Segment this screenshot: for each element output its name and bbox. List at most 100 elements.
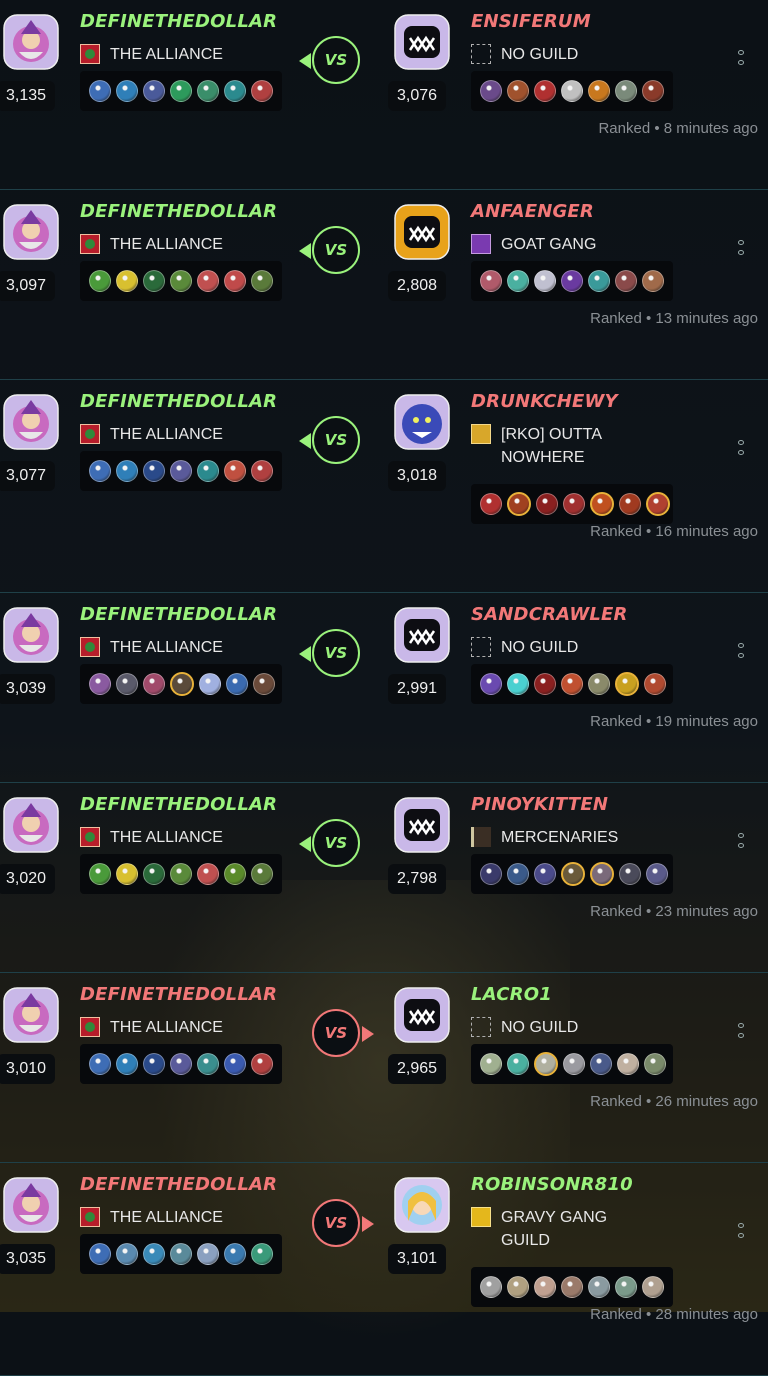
- monster-card-icon[interactable]: [197, 270, 219, 292]
- monster-card-icon[interactable]: [116, 1243, 138, 1265]
- monster-card-icon[interactable]: [251, 460, 273, 482]
- player-name[interactable]: DEFINETHEDOLLAR: [80, 1174, 277, 1195]
- monster-card-icon[interactable]: [251, 863, 273, 885]
- monster-card-icon[interactable]: [116, 270, 138, 292]
- monster-card-icon[interactable]: [197, 80, 219, 102]
- monster-card-icon[interactable]: [89, 673, 111, 695]
- battle-row[interactable]: 3,135 DEFINETHEDOLLAR THE ALLIANCE 3,076 ENS…: [0, 0, 768, 190]
- opponent-name[interactable]: LACRO1: [471, 984, 552, 1005]
- player-team[interactable]: [80, 71, 282, 111]
- opponent-name[interactable]: DRUNKCHEWY: [471, 391, 618, 412]
- battle-row[interactable]: 3,077 DEFINETHEDOLLAR THE ALLIANCE 3,018 DRU…: [0, 380, 768, 593]
- opponent-avatar[interactable]: [394, 797, 450, 853]
- monster-card-icon[interactable]: [143, 80, 165, 102]
- monster-card-icon[interactable]: [507, 1276, 529, 1298]
- monster-card-icon[interactable]: [116, 460, 138, 482]
- monster-card-icon[interactable]: [116, 863, 138, 885]
- monster-card-icon[interactable]: [534, 673, 556, 695]
- player-guild[interactable]: THE ALLIANCE: [80, 1206, 223, 1229]
- monster-card-icon[interactable]: [170, 672, 194, 696]
- monster-card-icon[interactable]: [563, 493, 585, 515]
- monster-card-icon[interactable]: [480, 1053, 502, 1075]
- monster-card-icon[interactable]: [143, 673, 165, 695]
- player-team[interactable]: [80, 1234, 282, 1274]
- opponent-avatar[interactable]: [394, 607, 450, 663]
- opponent-guild[interactable]: NO GUILD: [471, 43, 578, 66]
- monster-card-icon[interactable]: [224, 460, 246, 482]
- opponent-name[interactable]: PINOYKITTEN: [471, 794, 608, 815]
- monster-card-icon[interactable]: [561, 862, 585, 886]
- monster-card-icon[interactable]: [590, 862, 614, 886]
- monster-card-icon[interactable]: [224, 1053, 246, 1075]
- monster-card-icon[interactable]: [143, 1243, 165, 1265]
- monster-card-icon[interactable]: [480, 80, 502, 102]
- player-guild[interactable]: THE ALLIANCE: [80, 826, 223, 849]
- monster-card-icon[interactable]: [534, 1052, 558, 1076]
- opponent-avatar[interactable]: [394, 204, 450, 260]
- player-guild[interactable]: THE ALLIANCE: [80, 636, 223, 659]
- monster-card-icon[interactable]: [480, 270, 502, 292]
- monster-card-icon[interactable]: [590, 492, 614, 516]
- monster-card-icon[interactable]: [251, 1243, 273, 1265]
- monster-card-icon[interactable]: [170, 1053, 192, 1075]
- battle-row[interactable]: 3,010 DEFINETHEDOLLAR THE ALLIANCE 2,965 LAC…: [0, 973, 768, 1163]
- opponent-guild[interactable]: MERCENARIES: [471, 826, 618, 849]
- opponent-avatar[interactable]: [394, 14, 450, 70]
- opponent-team[interactable]: [471, 854, 673, 894]
- monster-card-icon[interactable]: [480, 673, 502, 695]
- battle-row[interactable]: 3,035 DEFINETHEDOLLAR THE ALLIANCE 3,101 ROB…: [0, 1163, 768, 1376]
- monster-card-icon[interactable]: [615, 270, 637, 292]
- opponent-team[interactable]: [471, 484, 673, 524]
- monster-card-icon[interactable]: [170, 863, 192, 885]
- monster-card-icon[interactable]: [170, 1243, 192, 1265]
- battle-details-icon[interactable]: [736, 440, 746, 460]
- monster-card-icon[interactable]: [89, 1053, 111, 1075]
- monster-card-icon[interactable]: [197, 863, 219, 885]
- player-avatar[interactable]: [3, 987, 59, 1043]
- opponent-avatar[interactable]: [394, 1177, 450, 1233]
- monster-card-icon[interactable]: [251, 80, 273, 102]
- monster-card-icon[interactable]: [536, 493, 558, 515]
- monster-card-icon[interactable]: [507, 673, 529, 695]
- player-avatar[interactable]: [3, 204, 59, 260]
- player-guild[interactable]: THE ALLIANCE: [80, 233, 223, 256]
- monster-card-icon[interactable]: [116, 80, 138, 102]
- monster-card-icon[interactable]: [253, 673, 275, 695]
- monster-card-icon[interactable]: [646, 492, 670, 516]
- monster-card-icon[interactable]: [226, 673, 248, 695]
- monster-card-icon[interactable]: [116, 673, 138, 695]
- monster-card-icon[interactable]: [143, 863, 165, 885]
- monster-card-icon[interactable]: [199, 673, 221, 695]
- monster-card-icon[interactable]: [480, 493, 502, 515]
- monster-card-icon[interactable]: [534, 80, 556, 102]
- monster-card-icon[interactable]: [615, 1276, 637, 1298]
- monster-card-icon[interactable]: [561, 270, 583, 292]
- player-team[interactable]: [80, 261, 282, 301]
- monster-card-icon[interactable]: [143, 460, 165, 482]
- opponent-team[interactable]: [471, 261, 673, 301]
- battle-details-icon[interactable]: [736, 1023, 746, 1043]
- monster-card-icon[interactable]: [588, 80, 610, 102]
- player-name[interactable]: DEFINETHEDOLLAR: [80, 984, 277, 1005]
- opponent-name[interactable]: ROBINSONR810: [471, 1174, 633, 1195]
- monster-card-icon[interactable]: [89, 1243, 111, 1265]
- battle-details-icon[interactable]: [736, 643, 746, 663]
- monster-card-icon[interactable]: [224, 270, 246, 292]
- monster-card-icon[interactable]: [197, 1053, 219, 1075]
- opponent-guild[interactable]: NO GUILD: [471, 636, 578, 659]
- battle-row[interactable]: 3,039 DEFINETHEDOLLAR THE ALLIANCE 2,991 SAN…: [0, 593, 768, 783]
- monster-card-icon[interactable]: [224, 1243, 246, 1265]
- monster-card-icon[interactable]: [170, 460, 192, 482]
- player-team[interactable]: [80, 664, 282, 704]
- monster-card-icon[interactable]: [615, 672, 639, 696]
- player-name[interactable]: DEFINETHEDOLLAR: [80, 794, 277, 815]
- player-avatar[interactable]: [3, 607, 59, 663]
- monster-card-icon[interactable]: [615, 80, 637, 102]
- monster-card-icon[interactable]: [89, 460, 111, 482]
- opponent-guild[interactable]: [RKO] OUTTA NOWHERE: [471, 423, 631, 469]
- opponent-name[interactable]: ANFAENGER: [471, 201, 594, 222]
- battle-details-icon[interactable]: [736, 50, 746, 70]
- monster-card-icon[interactable]: [644, 1053, 666, 1075]
- player-name[interactable]: DEFINETHEDOLLAR: [80, 11, 277, 32]
- monster-card-icon[interactable]: [480, 863, 502, 885]
